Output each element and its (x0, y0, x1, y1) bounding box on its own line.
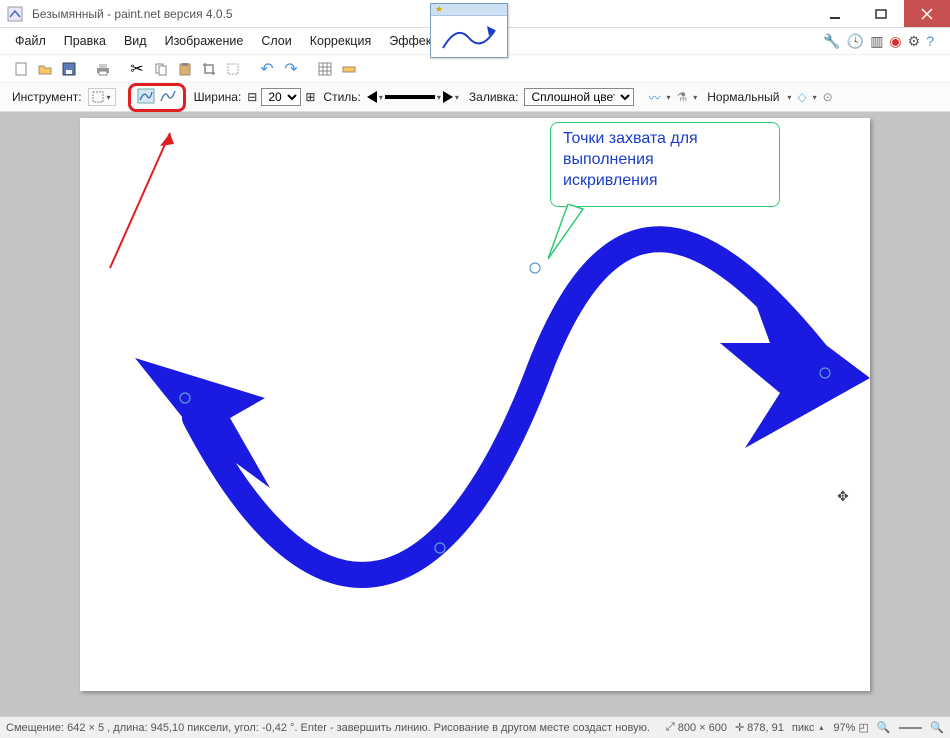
thumb-star-icon: ★ (435, 4, 443, 15)
zoom-window-icon[interactable]: ◰ (858, 721, 868, 734)
end-cap-arrow-icon (443, 91, 453, 103)
status-units[interactable]: пикс▴ (792, 722, 826, 734)
curve-type-bezier-icon[interactable] (159, 88, 177, 107)
grid-icon[interactable] (314, 58, 336, 80)
redo-icon[interactable]: ↷ (280, 58, 302, 80)
blend-mode-label[interactable]: Нормальный (707, 90, 779, 104)
settings-icon[interactable]: ⚙ (908, 33, 921, 50)
move-handle-icon[interactable]: ✥ (837, 488, 849, 505)
selection-mode-icon[interactable]: ◇ (797, 90, 806, 104)
callout-line: искривления (563, 171, 767, 192)
crop-icon[interactable] (198, 58, 220, 80)
menu-file[interactable]: Файл (6, 31, 55, 51)
style-label: Стиль: (323, 90, 360, 104)
tool-label: Инструмент: (12, 90, 82, 104)
workspace: ✥ (0, 112, 950, 716)
deselect-icon[interactable] (222, 58, 244, 80)
copy-icon[interactable] (150, 58, 172, 80)
print-icon[interactable] (92, 58, 114, 80)
image-list-panel[interactable]: ★ (430, 3, 508, 58)
callout-tail-icon (548, 204, 598, 274)
cursor-icon: ✛ (735, 721, 744, 734)
callout-line: выполнения (563, 150, 767, 171)
status-zoom[interactable]: 97% ◰ (833, 721, 868, 734)
fill-label: Заливка: (469, 90, 519, 104)
line-style-preview[interactable]: ▾ ▾ ▾ (367, 91, 461, 103)
antialias-icon[interactable]: 〰 (648, 89, 660, 106)
callout-line: Точки захвата для (563, 129, 767, 150)
menu-view[interactable]: Вид (115, 31, 156, 51)
curve-type-spline-icon[interactable] (137, 88, 155, 107)
main-toolbar: ✂ ↶ ↷ (0, 54, 950, 82)
layers-window-icon[interactable]: ▥ (870, 33, 883, 50)
resize-icon: ⤢ (666, 721, 675, 734)
close-button[interactable] (904, 0, 950, 27)
zoom-out-icon[interactable]: 🔍 (877, 721, 891, 734)
save-icon[interactable] (58, 58, 80, 80)
open-icon[interactable] (34, 58, 56, 80)
history-window-icon[interactable]: 🕓 (847, 33, 864, 50)
tools-window-icon[interactable]: 🔧 (823, 33, 840, 50)
paste-icon[interactable] (174, 58, 196, 80)
width-increase-icon[interactable]: ⊞ (305, 90, 315, 104)
help-icon[interactable]: ? (926, 33, 934, 49)
start-cap-arrow-icon (367, 91, 377, 103)
status-cursor-pos: ✛ 878, 91 (735, 721, 784, 734)
blend-beaker-icon[interactable]: ⚗ (676, 90, 687, 104)
zoom-in-icon[interactable]: 🔍 (930, 721, 944, 734)
minimize-button[interactable] (812, 0, 858, 27)
annotation-callout: Точки захвата для выполнения искривления (550, 122, 780, 207)
window-title: Безымянный - paint.net версия 4.0.5 (30, 7, 233, 21)
tool-selector[interactable]: ▾ (88, 88, 116, 106)
width-select[interactable]: 20 (261, 88, 301, 106)
menu-layers[interactable]: Слои (252, 31, 300, 51)
status-bar: Смещение: 642 × 5 , длина: 945,10 пиксел… (0, 716, 950, 738)
fill-select[interactable]: Сплошной цвет (524, 88, 634, 106)
menu-edit[interactable]: Правка (55, 31, 115, 51)
status-offset-text: Смещение: 642 × 5 , длина: 945,10 пиксел… (6, 722, 650, 734)
menu-adjustments[interactable]: Коррекция (301, 31, 380, 51)
cut-icon[interactable]: ✂ (126, 58, 148, 80)
width-label: Ширина: (194, 90, 242, 104)
zoom-slider[interactable] (899, 721, 923, 735)
tool-options-toolbar: Инструмент: ▾ Ширина: ⊟ 20 ⊞ Стиль: ▾ ▾ … (0, 82, 950, 112)
ruler-icon[interactable] (338, 58, 360, 80)
status-canvas-size: ⤢ 800 × 600 (666, 721, 727, 734)
line-curve-tool-highlight (128, 83, 186, 112)
undo-icon[interactable]: ↶ (256, 58, 278, 80)
width-decrease-icon[interactable]: ⊟ (247, 90, 257, 104)
maximize-button[interactable] (858, 0, 904, 27)
line-body-icon (385, 95, 435, 99)
new-icon[interactable] (10, 58, 32, 80)
menu-image[interactable]: Изображение (156, 31, 253, 51)
colors-window-icon[interactable]: ◉ (889, 33, 901, 50)
thumb-preview-icon (437, 18, 501, 56)
overwrite-icon[interactable]: ⊙ (823, 90, 833, 104)
app-icon (6, 5, 24, 23)
